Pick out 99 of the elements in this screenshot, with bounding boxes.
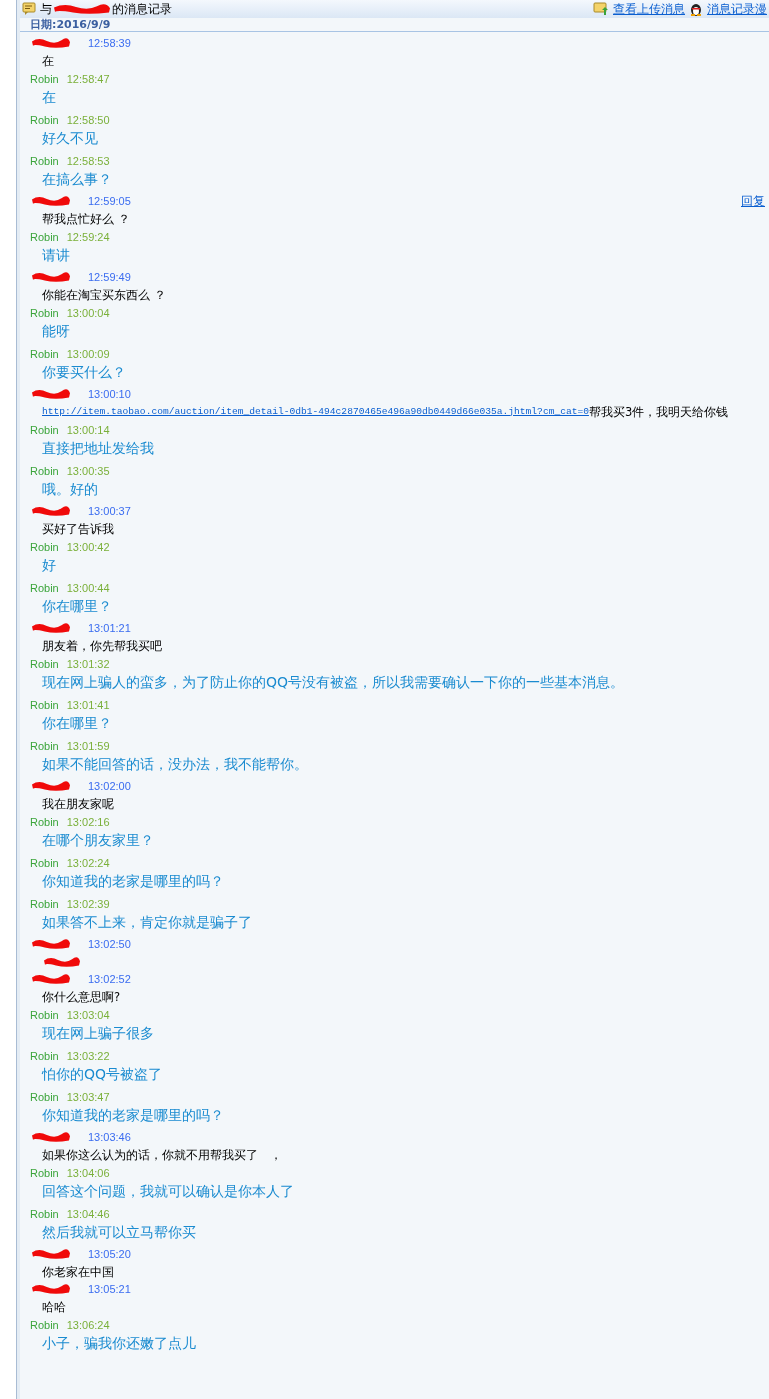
message-text: 在: [42, 53, 54, 68]
sender-name: Robin: [30, 739, 59, 752]
timestamp: 13:05:20: [88, 1248, 131, 1260]
sender-name: Robin: [30, 581, 59, 594]
message-text: 请讲: [42, 247, 70, 263]
date-label: 日期:2016/9/9: [30, 18, 111, 31]
timestamp: 13:01:59: [66, 739, 110, 752]
message-text: 你能在淘宝买东西么 ？: [42, 287, 166, 302]
timestamp: 13:02:39: [66, 897, 110, 910]
sender-name: Robin: [30, 540, 59, 553]
window-title: 的消息记录: [112, 0, 172, 18]
sender-name: Robin: [30, 1049, 59, 1062]
timestamp: 13:03:46: [88, 1131, 131, 1143]
message-text: 回答这个问题，我就可以确认是你本人了: [42, 1183, 294, 1199]
message-text: 在: [42, 89, 56, 105]
message-text: 小子，骗我你还嫩了点儿: [42, 1335, 196, 1351]
message-text: 怕你的QQ号被盗了: [42, 1066, 163, 1082]
message-text: 在搞么事？: [42, 171, 112, 187]
message-text: 你老家在中国: [42, 1264, 114, 1279]
toolbar-link[interactable]: 消息记录漫: [707, 0, 767, 18]
timestamp: 12:59:05: [88, 195, 131, 207]
message-text: 如果你这么认为的话，你就不用帮我买了 ，: [42, 1147, 282, 1162]
timestamp: 13:00:04: [66, 306, 110, 319]
timestamp: 12:58:50: [66, 113, 110, 126]
message-text: 在哪个朋友家里？: [42, 832, 154, 848]
timestamp: 12:59:24: [66, 230, 110, 243]
timestamp: 13:01:41: [66, 698, 110, 711]
message-text: 你知道我的老家是哪里的吗？: [42, 1107, 224, 1123]
sender-name: Robin: [30, 1318, 59, 1331]
timestamp: 13:00:42: [66, 540, 110, 553]
timestamp: 13:06:24: [66, 1318, 110, 1331]
sender-name: Robin: [30, 1166, 59, 1179]
sender-name: Robin: [30, 306, 59, 319]
message-text: 现在网上骗子很多: [42, 1025, 154, 1041]
message-text: 帮我买3件，我明天给你钱: [588, 404, 729, 419]
message-text: 哦。好的: [42, 481, 98, 497]
message-text: 哈哈: [42, 1299, 66, 1314]
sender-name: Robin: [30, 347, 59, 360]
toolbar-link[interactable]: 查看上传消息: [613, 0, 685, 18]
message-text: 买好了告诉我: [42, 521, 114, 536]
sender-name: Robin: [30, 1090, 59, 1103]
timestamp: 12:58:53: [66, 154, 110, 167]
message-text: 你在哪里？: [42, 598, 112, 614]
timestamp: 12:58:47: [66, 72, 110, 85]
timestamp: 13:00:09: [66, 347, 110, 360]
window-title: 与: [40, 0, 52, 18]
timestamp: 13:03:04: [66, 1008, 110, 1021]
penguin-icon: [689, 1, 703, 17]
sender-name: Robin: [30, 657, 59, 670]
timestamp: 13:02:00: [88, 780, 131, 792]
message-text: 你知道我的老家是哪里的吗？: [42, 873, 224, 889]
message-text: 我在朋友家呢: [42, 796, 114, 811]
message-text: 你什么意思啊?: [42, 989, 121, 1004]
sender-name: Robin: [30, 856, 59, 869]
message-text: 能呀: [42, 323, 70, 339]
upload-message-icon: [593, 2, 609, 16]
sender-name: Robin: [30, 113, 59, 126]
timestamp: 13:00:10: [88, 388, 131, 400]
sender-name: Robin: [30, 464, 59, 477]
timestamp: 13:00:35: [66, 464, 110, 477]
timestamp: 13:00:14: [66, 423, 110, 436]
timestamp: 12:59:49: [88, 271, 131, 283]
chat-log-icon: [22, 2, 36, 16]
sender-name: Robin: [30, 1008, 59, 1021]
timestamp: 13:02:24: [66, 856, 110, 869]
message-text: 好: [42, 557, 56, 573]
message-link[interactable]: http://item.taobao.com/auction/item_detail-0db1-494c2870465e496a90db0449d66e035a.jhtml?cm_cat=0: [42, 404, 589, 419]
sender-name: Robin: [30, 154, 59, 167]
timestamp: 13:01:32: [66, 657, 110, 670]
message-text: 好久不见: [42, 130, 98, 146]
timestamp: 13:03:47: [66, 1090, 110, 1103]
timestamp: 13:01:21: [88, 622, 131, 634]
message-text: 如果不能回答的话，没办法，我不能帮你。: [42, 756, 308, 772]
sender-name: Robin: [30, 897, 59, 910]
timestamp: 13:04:06: [66, 1166, 110, 1179]
sender-name: Robin: [30, 230, 59, 243]
sender-name: Robin: [30, 72, 59, 85]
timestamp: 13:00:37: [88, 505, 131, 517]
reply-link[interactable]: 回复: [741, 192, 765, 210]
message-text: 现在网上骗人的蛮多，为了防止你的QQ号没有被盗，所以我需要确认一下你的一些基本消息。: [42, 674, 625, 690]
timestamp: 13:00:44: [66, 581, 110, 594]
message-text: 你要买什么？: [42, 364, 126, 380]
sender-name: Robin: [30, 698, 59, 711]
timestamp: 12:58:39: [88, 37, 131, 49]
timestamp: 13:02:52: [88, 973, 131, 985]
timestamp: 13:04:46: [66, 1207, 110, 1220]
timestamp: 13:02:16: [66, 815, 110, 828]
message-text: 帮我点忙好么 ？: [42, 211, 130, 226]
sender-name: Robin: [30, 1207, 59, 1220]
message-text: 然后我就可以立马帮你买: [42, 1224, 196, 1240]
message-text: 如果答不上来，肯定你就是骗子了: [42, 914, 252, 930]
timestamp: 13:05:21: [88, 1283, 131, 1295]
sender-name: Robin: [30, 423, 59, 436]
message-text: 直接把地址发给我: [42, 440, 154, 456]
message-text: 朋友着，你先帮我买吧: [42, 638, 162, 653]
timestamp: 13:03:22: [66, 1049, 110, 1062]
sender-name: Robin: [30, 815, 59, 828]
timestamp: 13:02:50: [88, 938, 131, 950]
message-text: 你在哪里？: [42, 715, 112, 731]
